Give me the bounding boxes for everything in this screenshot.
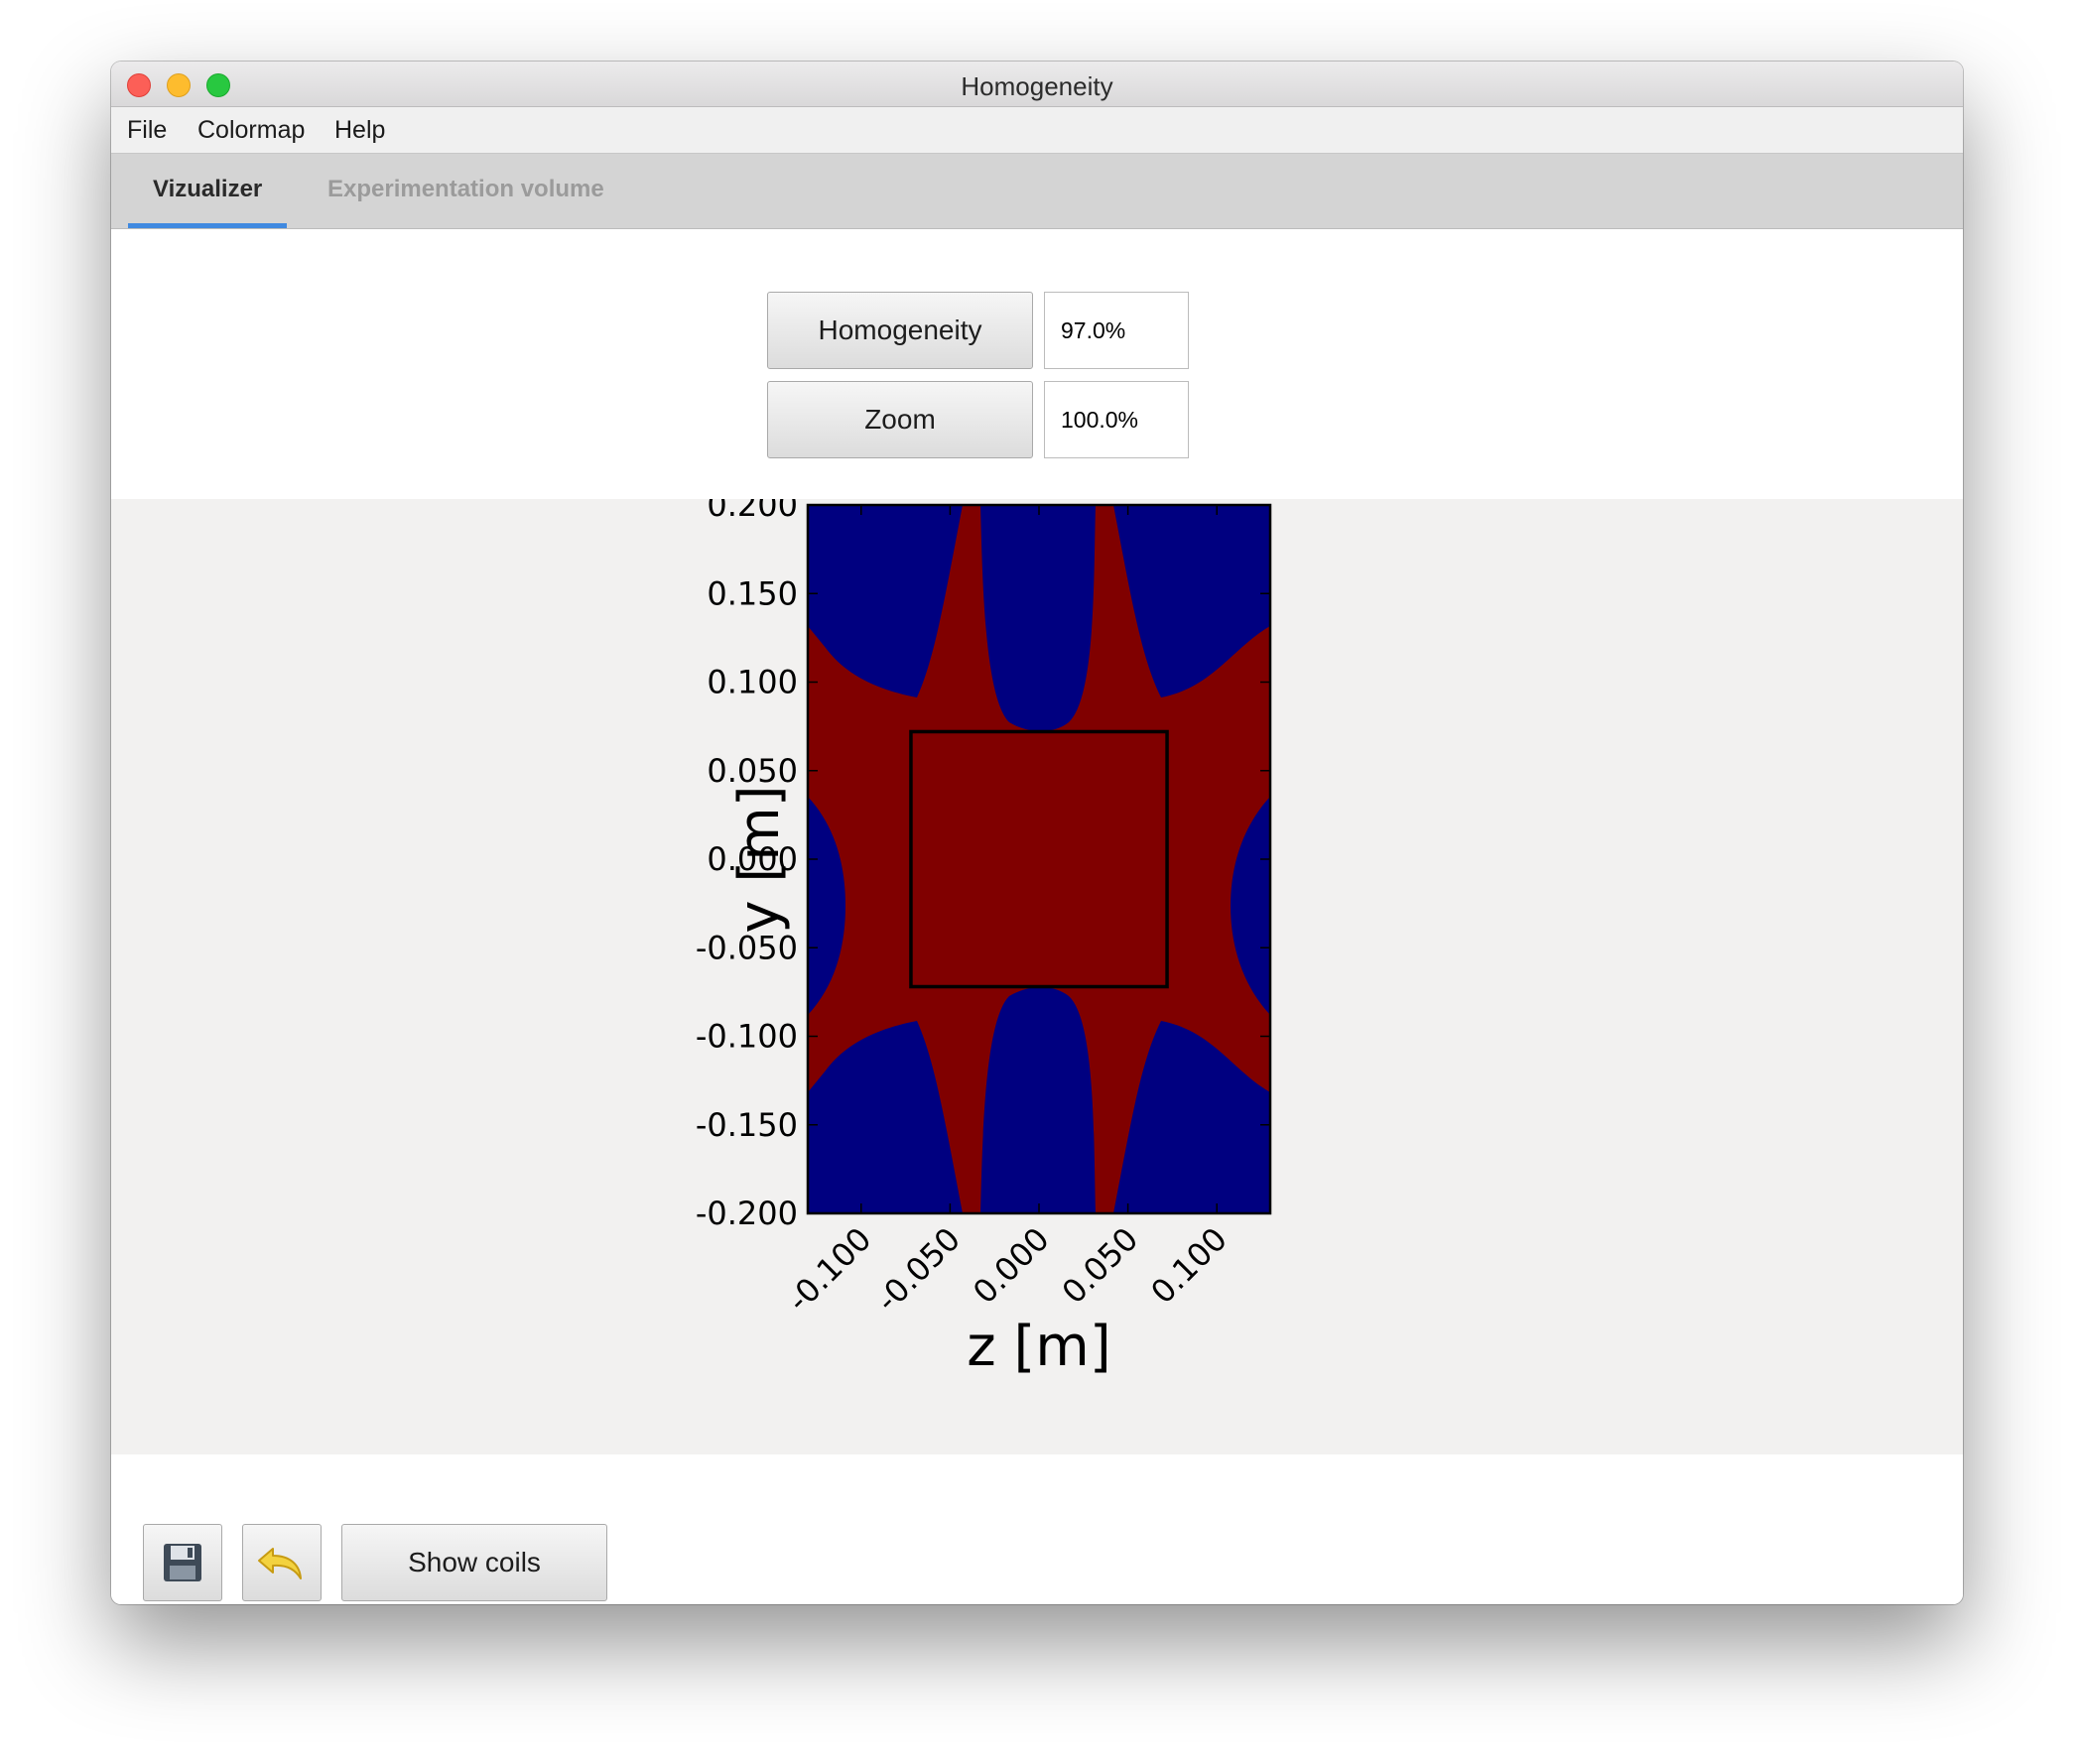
title-bar: Homogeneity	[111, 62, 1963, 107]
undo-button[interactable]	[242, 1524, 322, 1601]
show-coils-label: Show coils	[408, 1547, 541, 1577]
y-axis-label: y [m]	[727, 785, 792, 933]
homogeneity-value-field[interactable]: 97.0%	[1044, 292, 1189, 369]
inhomogeneous-region-bottom-center	[980, 987, 1096, 1213]
controls-panel: Homogeneity 97.0% Zoom 100.0%	[111, 229, 1963, 499]
zoom-button[interactable]: Zoom	[767, 381, 1033, 458]
inhomogeneous-region-top-center	[980, 505, 1096, 731]
y-tick-label: 0.050	[707, 752, 798, 790]
menu-file[interactable]: File	[127, 116, 167, 145]
menu-help[interactable]: Help	[334, 116, 385, 145]
homogeneity-button[interactable]: Homogeneity	[767, 292, 1033, 369]
tab-vizualizer[interactable]: Vizualizer	[153, 176, 262, 203]
y-tick-label: 0.100	[707, 664, 798, 701]
x-tick-label: -0.100	[780, 1220, 879, 1320]
x-tick-label: 0.000	[966, 1220, 1057, 1312]
app-window: Homogeneity File Colormap Help Vizualize…	[111, 62, 1963, 1604]
active-tab-indicator	[128, 223, 287, 228]
y-tick-label: -0.150	[696, 1106, 798, 1144]
tab-bar: Vizualizer Experimentation volume	[111, 154, 1963, 229]
y-tick-label: 0.150	[707, 574, 798, 612]
menu-bar: File Colormap Help	[111, 107, 1963, 154]
window-title: Homogeneity	[961, 71, 1113, 101]
y-tick-label: -0.050	[696, 929, 798, 966]
x-tick-label: 0.100	[1143, 1220, 1234, 1312]
y-tick-label: 0.200	[707, 499, 798, 524]
y-tick-label: -0.200	[696, 1195, 798, 1232]
y-tick-label: -0.100	[696, 1018, 798, 1056]
x-tick-label: 0.050	[1055, 1220, 1146, 1312]
floppy-disk-icon	[164, 1544, 201, 1581]
show-coils-button[interactable]: Show coils	[341, 1524, 607, 1601]
save-button[interactable]	[143, 1524, 222, 1601]
homogeneity-map-plot: 0.2000.1500.1000.0500.000-0.050-0.100-0.…	[696, 486, 1272, 1379]
bottom-toolbar: Show coils	[111, 1454, 1963, 1604]
x-tick-label: -0.050	[868, 1220, 968, 1320]
undo-arrow-icon	[258, 1548, 302, 1579]
x-axis-label: z [m]	[967, 1315, 1110, 1379]
tab-experimentation-volume[interactable]: Experimentation volume	[327, 176, 604, 203]
menu-colormap[interactable]: Colormap	[197, 116, 305, 145]
zoom-value-field[interactable]: 100.0%	[1044, 381, 1189, 458]
plot-canvas[interactable]: 0.200 0.150 0.100 0.050 0.000 -0.050 -0.100 -0.…	[111, 486, 1963, 1454]
